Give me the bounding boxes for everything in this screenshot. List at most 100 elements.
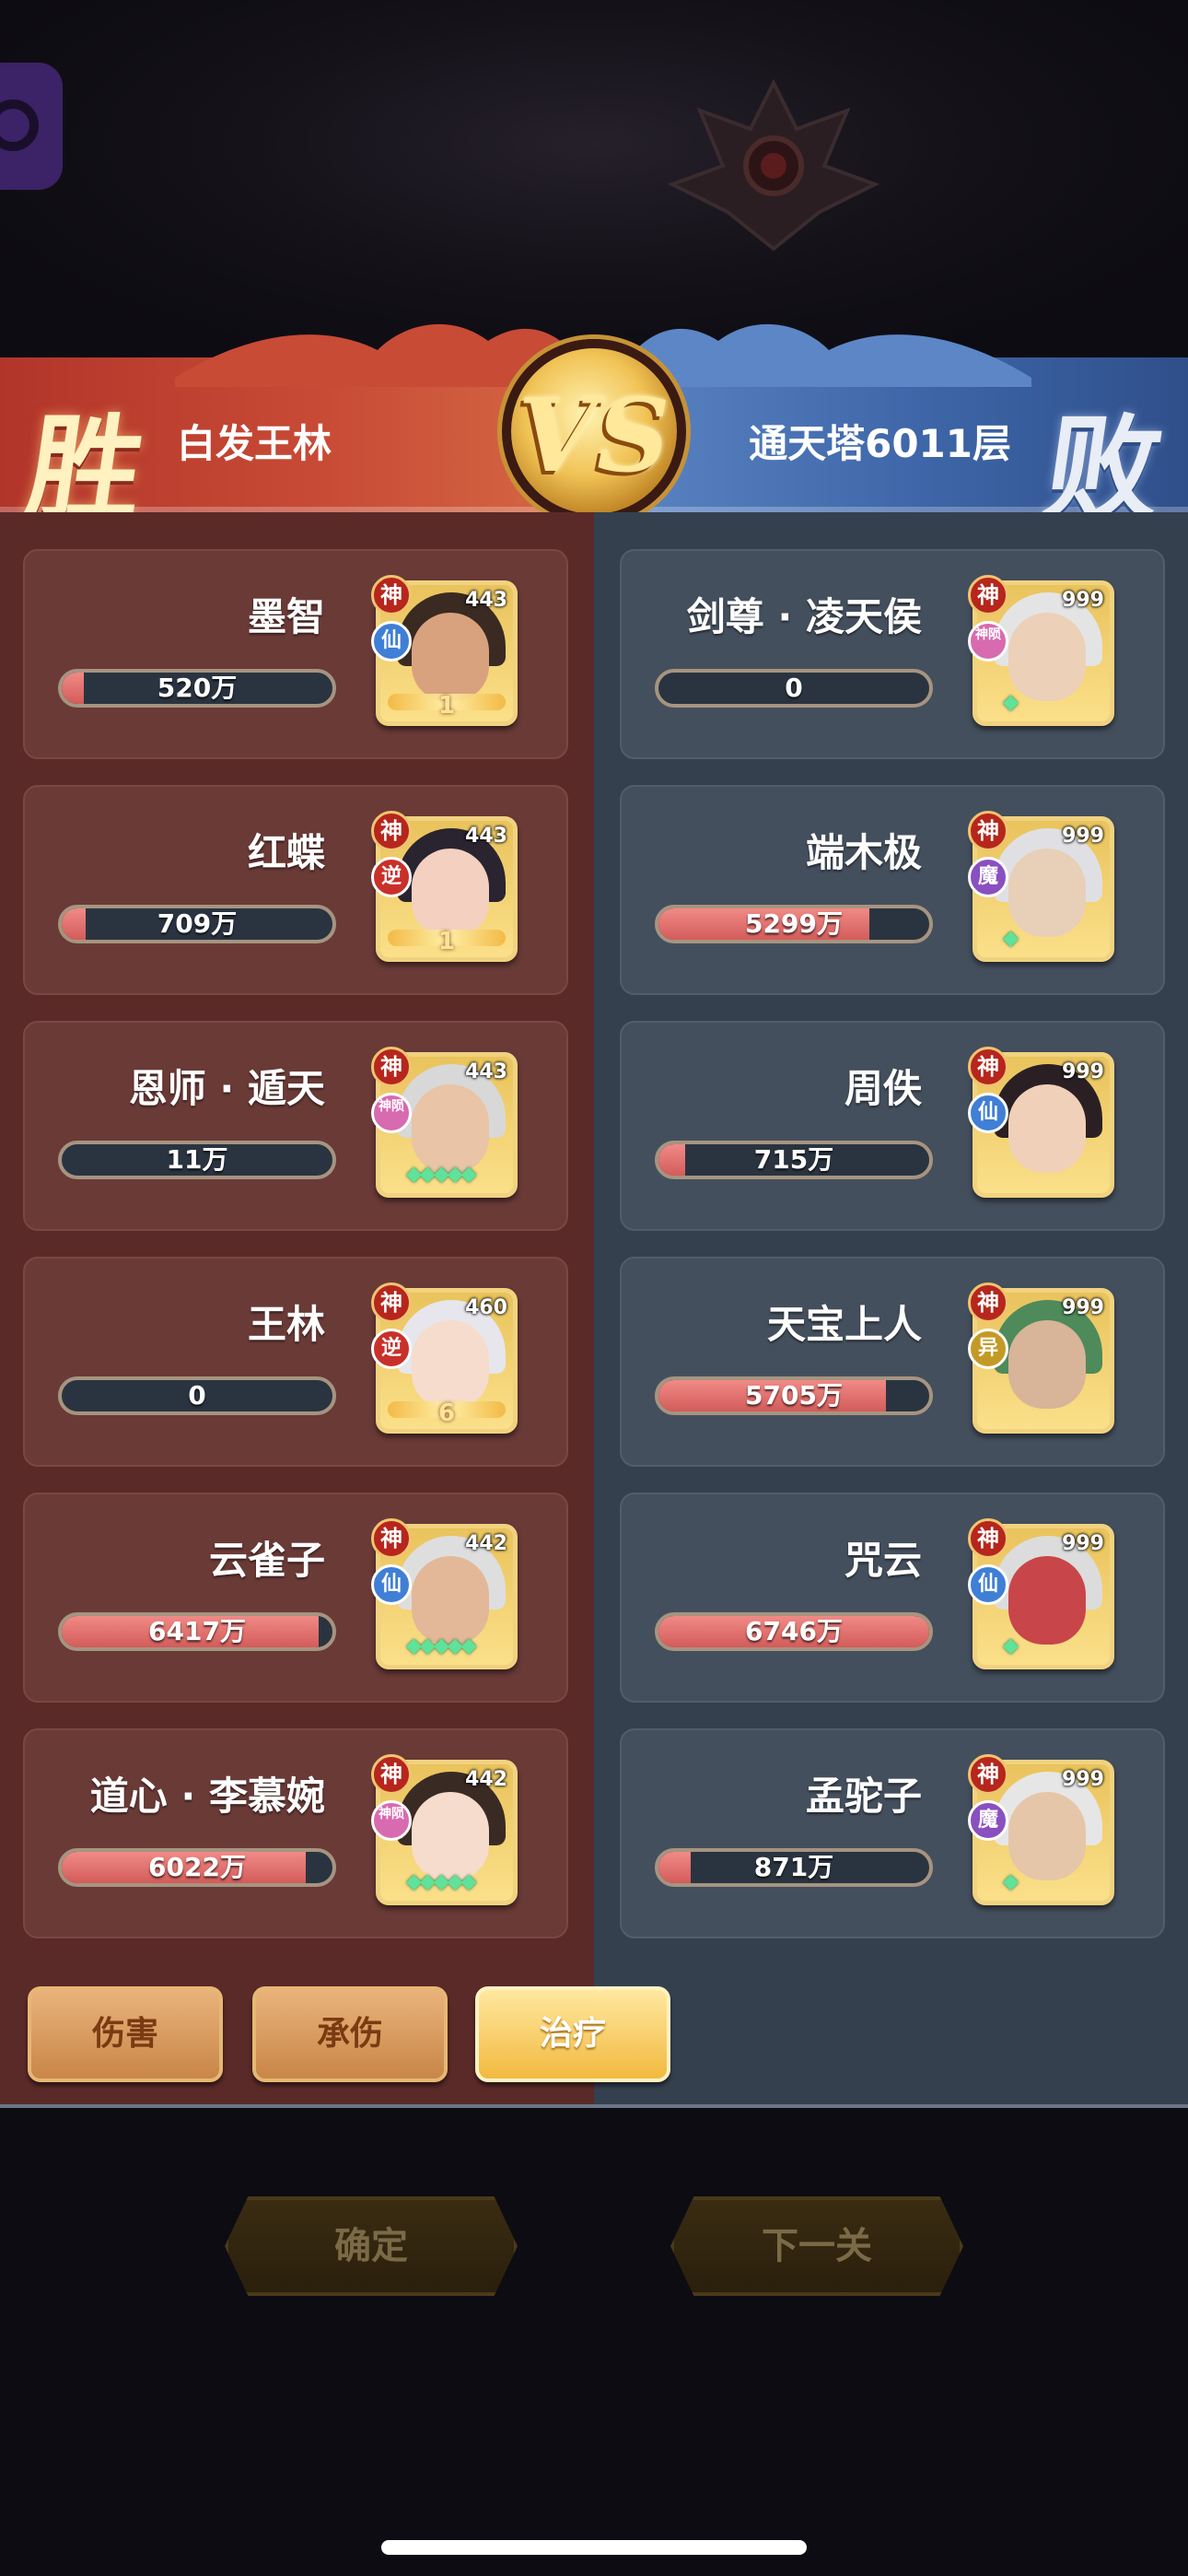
stat-value: 6746万 bbox=[745, 1616, 843, 1646]
awaken-rank: 6 bbox=[437, 1399, 456, 1427]
hero-level: 443 bbox=[465, 825, 507, 848]
hero-face bbox=[412, 1084, 489, 1173]
rank-badge: 神 bbox=[371, 1047, 412, 1087]
hero-name: 恩师 · 遁天 bbox=[128, 1066, 325, 1111]
confirm-button[interactable]: 确定 bbox=[225, 2196, 518, 2296]
menu-circle-icon bbox=[0, 100, 39, 151]
rank-badge: 神 bbox=[968, 575, 1008, 615]
awaken-rank: 1 bbox=[437, 692, 456, 720]
hero-level: 999 bbox=[1062, 1768, 1104, 1791]
hero-face bbox=[1008, 849, 1086, 937]
faction-badge: 神陨 bbox=[371, 1093, 412, 1133]
rank-badge: 神 bbox=[968, 811, 1008, 851]
home-indicator bbox=[381, 2540, 807, 2555]
rank-badge: 神 bbox=[968, 1518, 1008, 1559]
vs-badge: VS bbox=[502, 339, 686, 523]
star-gems: ◆ bbox=[1003, 691, 1019, 714]
stat-value: 6417万 bbox=[148, 1616, 246, 1646]
faction-badge: 魔 bbox=[968, 857, 1008, 897]
right-hero-card[interactable]: 周佚 715万 999 神 仙 bbox=[620, 1021, 1165, 1231]
stat-bar: 11万 bbox=[58, 1141, 336, 1179]
right-hero-card[interactable]: 孟驼子 871万 999 ◆ 神 魔 bbox=[620, 1728, 1165, 1938]
hero-face bbox=[412, 613, 489, 701]
faction-badge: 魔 bbox=[968, 1800, 1008, 1841]
star-gems: ◆ bbox=[1003, 927, 1019, 950]
tower-emblem-icon bbox=[667, 78, 880, 252]
stat-value: 6022万 bbox=[148, 1852, 246, 1882]
hero-name: 红蝶 bbox=[247, 830, 325, 875]
hero-face bbox=[1008, 1320, 1086, 1409]
hero-name: 天宝上人 bbox=[766, 1302, 922, 1347]
stat-value: 0 bbox=[188, 1380, 206, 1411]
hero-name: 咒云 bbox=[844, 1538, 922, 1583]
rank-badge: 神 bbox=[968, 1282, 1008, 1323]
hero-level: 999 bbox=[1062, 589, 1104, 612]
right-hero-card[interactable]: 端木极 5299万 999 ◆ 神 魔 bbox=[620, 785, 1165, 995]
hero-level: 999 bbox=[1062, 1296, 1104, 1319]
right-player-name: 通天塔6011层 bbox=[749, 421, 1011, 466]
hero-face bbox=[1008, 1792, 1086, 1880]
hero-face bbox=[1008, 1084, 1086, 1173]
hero-face bbox=[1008, 1556, 1086, 1645]
next-level-button[interactable]: 下一关 bbox=[670, 2196, 963, 2296]
right-hero-card[interactable]: 天宝上人 5705万 999 神 异 bbox=[620, 1257, 1165, 1467]
tab-damage-taken[interactable]: 承伤 bbox=[252, 1986, 448, 2082]
faction-badge: 仙 bbox=[968, 1564, 1008, 1605]
rank-badge: 神 bbox=[371, 1282, 412, 1323]
right-hero-card[interactable]: 咒云 6746万 999 ◆ 神 仙 bbox=[620, 1493, 1165, 1703]
rank-badge: 神 bbox=[371, 1754, 412, 1795]
rank-badge: 神 bbox=[371, 575, 412, 615]
stat-value: 11万 bbox=[166, 1144, 228, 1175]
star-gems: ◆ bbox=[1003, 1634, 1019, 1657]
hero-face bbox=[412, 1792, 489, 1880]
left-hero-card[interactable]: 王林 0 460 6 神 逆 bbox=[23, 1257, 568, 1467]
hero-name: 端木极 bbox=[805, 830, 922, 875]
stat-value: 5299万 bbox=[745, 908, 843, 939]
tab-healing[interactable]: 治疗 bbox=[475, 1986, 670, 2082]
tab-damage[interactable]: 伤害 bbox=[28, 1986, 223, 2082]
hero-level: 999 bbox=[1062, 1532, 1104, 1555]
left-hero-card[interactable]: 墨智 520万 443 1 神 仙 bbox=[23, 549, 568, 759]
stat-value: 520万 bbox=[157, 673, 238, 703]
hero-face bbox=[1008, 613, 1086, 701]
side-menu-tab[interactable] bbox=[0, 63, 63, 190]
hero-face bbox=[412, 1320, 489, 1409]
hero-level: 460 bbox=[465, 1296, 507, 1319]
stat-bar: 6746万 bbox=[655, 1612, 933, 1651]
stat-value: 0 bbox=[785, 673, 803, 703]
faction-badge: 异 bbox=[968, 1329, 1008, 1369]
star-gems: ◆ bbox=[1003, 1870, 1019, 1893]
hero-level: 999 bbox=[1062, 1060, 1104, 1083]
left-hero-card[interactable]: 恩师 · 遁天 11万 443 ◆◆◆◆◆ 神 神陨 bbox=[23, 1021, 568, 1231]
stat-value: 871万 bbox=[753, 1852, 834, 1882]
stat-bar: 6022万 bbox=[58, 1848, 336, 1887]
star-gems: ◆◆◆◆◆ bbox=[406, 1870, 477, 1893]
rank-badge: 神 bbox=[371, 1518, 412, 1559]
left-hero-card[interactable]: 云雀子 6417万 442 ◆◆◆◆◆ 神 仙 bbox=[23, 1493, 568, 1703]
stat-bar: 0 bbox=[655, 669, 933, 708]
faction-badge: 逆 bbox=[371, 857, 412, 897]
rank-badge: 神 bbox=[371, 811, 412, 851]
hero-name: 周佚 bbox=[844, 1066, 922, 1111]
faction-badge: 仙 bbox=[968, 1093, 1008, 1133]
top-background bbox=[0, 0, 1188, 359]
hero-name: 云雀子 bbox=[208, 1538, 325, 1583]
hero-face bbox=[412, 849, 489, 937]
stat-value: 715万 bbox=[753, 1144, 834, 1175]
left-hero-card[interactable]: 道心 · 李慕婉 6022万 442 ◆◆◆◆◆ 神 神陨 bbox=[23, 1728, 568, 1938]
stat-bar: 709万 bbox=[58, 905, 336, 943]
faction-badge: 神陨 bbox=[371, 1800, 412, 1841]
hero-name: 王林 bbox=[247, 1302, 325, 1347]
stat-bar: 5705万 bbox=[655, 1376, 933, 1415]
faction-badge: 仙 bbox=[371, 621, 412, 662]
hero-level: 999 bbox=[1062, 825, 1104, 848]
left-hero-card[interactable]: 红蝶 709万 443 1 神 逆 bbox=[23, 785, 568, 995]
right-hero-card[interactable]: 剑尊 · 凌天侯 0 999 ◆ 神 神陨 bbox=[620, 549, 1165, 759]
stat-bar: 520万 bbox=[58, 669, 336, 708]
hero-name: 墨智 bbox=[247, 594, 325, 639]
hero-face bbox=[412, 1556, 489, 1645]
rank-badge: 神 bbox=[968, 1754, 1008, 1795]
faction-badge: 仙 bbox=[371, 1564, 412, 1605]
stat-bar: 5299万 bbox=[655, 905, 933, 943]
awaken-rank: 1 bbox=[437, 928, 456, 955]
